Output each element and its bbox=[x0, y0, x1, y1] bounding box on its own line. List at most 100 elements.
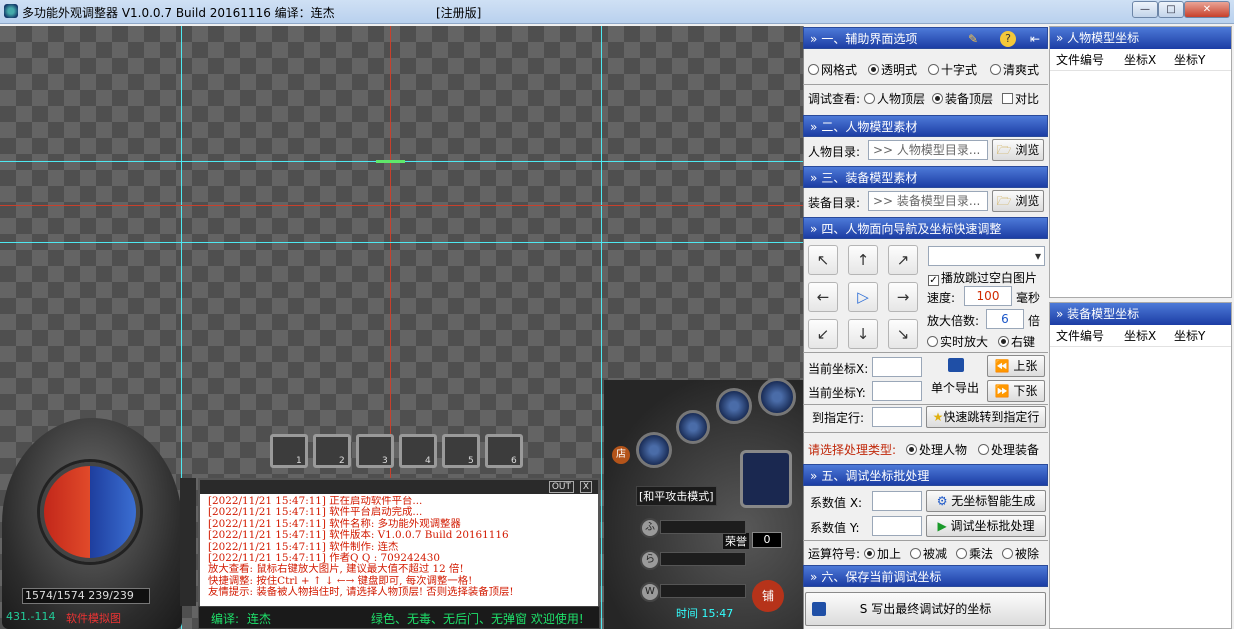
radio-icon bbox=[998, 336, 1009, 347]
nav-left-button[interactable]: ← bbox=[808, 282, 838, 312]
maximize-button[interactable]: □ bbox=[1158, 1, 1184, 18]
equip-browse-button[interactable]: 🗁 浏览 bbox=[992, 190, 1044, 212]
cur-y-input[interactable] bbox=[872, 381, 922, 401]
compare-checkbox[interactable]: 对比 bbox=[1002, 90, 1039, 107]
mode-cross[interactable]: 十字式 bbox=[928, 61, 977, 78]
debug-equip-top[interactable]: 装备顶层 bbox=[932, 90, 993, 107]
col-x[interactable]: 坐标X bbox=[1118, 325, 1168, 346]
prev-button[interactable]: ⏪ 上张 bbox=[987, 355, 1045, 377]
col-file-no[interactable]: 文件编号 bbox=[1050, 325, 1118, 346]
mode-clean[interactable]: 清爽式 bbox=[990, 61, 1039, 78]
log-out-button[interactable]: OUT bbox=[548, 481, 574, 493]
close-button[interactable]: ✕ bbox=[1184, 1, 1230, 18]
belt-slot[interactable] bbox=[356, 434, 394, 468]
section-1-header: » 一、辅助界面选项 ✎ ? ⇤ bbox=[803, 27, 1048, 49]
log-line: 友情提示: 装备被人物挡住时, 请选择人物顶层! 否则选择装备顶层! bbox=[208, 586, 514, 599]
smart-generate-button[interactable]: ⚙ 无坐标智能生成 bbox=[926, 490, 1046, 512]
nav-down-button[interactable]: ↓ bbox=[848, 319, 878, 349]
rightkey-zoom-radio[interactable]: 右键 bbox=[998, 333, 1035, 350]
equip-coord-table[interactable]: » 装备模型坐标 文件编号 坐标X 坐标Y bbox=[1049, 302, 1232, 629]
guide-line-v-right bbox=[601, 26, 602, 629]
debug-character-top[interactable]: 人物顶层 bbox=[864, 90, 925, 107]
help-icon[interactable]: ? bbox=[1000, 31, 1016, 47]
log-lines: [2022/11/21 15:47:11] 正在启动软件平台... [2022/… bbox=[208, 496, 598, 599]
generate-icon: ⚙ bbox=[936, 494, 948, 508]
radio-icon bbox=[956, 548, 967, 559]
play-button[interactable]: ▷ bbox=[848, 282, 878, 312]
equip-dir-field[interactable]: >> 装备模型目录... bbox=[868, 191, 988, 211]
sound-orb[interactable] bbox=[758, 378, 796, 416]
double-chevron-icon: » bbox=[1056, 31, 1068, 45]
coef-y-input[interactable] bbox=[872, 516, 922, 536]
nav-right-button[interactable]: → bbox=[888, 282, 918, 312]
nav-down-left-button[interactable]: ↙ bbox=[808, 319, 838, 349]
mode-transparent[interactable]: 透明式 bbox=[868, 61, 917, 78]
coef-x-input[interactable] bbox=[872, 491, 922, 511]
skill-bar bbox=[660, 552, 746, 566]
nav-up-right-button[interactable]: ↗ bbox=[888, 245, 918, 275]
save-final-button[interactable]: S 写出最终调试好的坐标 bbox=[805, 592, 1046, 626]
section-3-header: » 三、装备模型素材 bbox=[803, 166, 1048, 188]
op-divide-radio[interactable]: 被除 bbox=[1002, 545, 1039, 562]
type-equip-radio[interactable]: 处理装备 bbox=[978, 441, 1039, 458]
log-close-button[interactable]: X bbox=[579, 481, 592, 493]
belt-slot[interactable] bbox=[442, 434, 480, 468]
wand-icon[interactable]: ✎ bbox=[968, 28, 978, 50]
author-value: 连杰 bbox=[247, 612, 272, 626]
col-y[interactable]: 坐标Y bbox=[1168, 49, 1218, 70]
divider bbox=[803, 84, 1048, 85]
nav-up-button[interactable]: ↑ bbox=[848, 245, 878, 275]
section-title: 二、人物模型素材 bbox=[821, 120, 918, 134]
author-label: 编译: bbox=[211, 612, 240, 626]
save-icon[interactable] bbox=[948, 358, 964, 372]
pave-badge[interactable]: 铺 bbox=[752, 580, 784, 612]
direction-select[interactable]: ▾ bbox=[928, 246, 1045, 266]
export-single-button[interactable]: 单个导出 bbox=[931, 379, 979, 396]
minimize-button[interactable]: — bbox=[1132, 1, 1158, 18]
mode-grid[interactable]: 网格式 bbox=[808, 61, 857, 78]
radio-icon bbox=[906, 444, 917, 455]
next-button[interactable]: ⏩ 下张 bbox=[987, 380, 1045, 402]
op-subtract-radio[interactable]: 被减 bbox=[910, 545, 947, 562]
skill-orb-3[interactable] bbox=[716, 388, 752, 424]
batch-process-button[interactable]: ▶ 调试坐标批处理 bbox=[926, 515, 1046, 537]
char-dir-field[interactable]: >> 人物模型目录... bbox=[868, 140, 988, 160]
belt-slot[interactable] bbox=[270, 434, 308, 468]
char-table-header: 文件编号 坐标X 坐标Y bbox=[1050, 49, 1231, 71]
belt-slot[interactable] bbox=[399, 434, 437, 468]
char-browse-button[interactable]: 🗁 浏览 bbox=[992, 139, 1044, 161]
skill-icon[interactable]: ふ bbox=[640, 518, 660, 538]
nav-down-right-button[interactable]: ↘ bbox=[888, 319, 918, 349]
cur-x-input[interactable] bbox=[872, 357, 922, 377]
char-coord-table[interactable]: » 人物模型坐标 文件编号 坐标X 坐标Y bbox=[1049, 26, 1232, 298]
attack-mode-label[interactable]: [和平攻击模式] bbox=[636, 486, 717, 506]
goto-input[interactable] bbox=[872, 407, 922, 427]
divider bbox=[803, 352, 1048, 353]
radio-icon bbox=[990, 64, 1001, 75]
collapse-icon[interactable]: ⇤ bbox=[1030, 28, 1040, 50]
skill-icon[interactable]: W bbox=[640, 582, 660, 602]
speed-input[interactable]: 100 bbox=[964, 286, 1012, 306]
shop-badge[interactable]: 店 bbox=[612, 446, 630, 464]
op-add-radio[interactable]: 加上 bbox=[864, 545, 901, 562]
goto-button[interactable]: ★快速跳转到指定行 bbox=[926, 406, 1046, 428]
section-title: 一、辅助界面选项 bbox=[821, 32, 918, 46]
op-multiply-radio[interactable]: 乘法 bbox=[956, 545, 993, 562]
belt-slot[interactable] bbox=[485, 434, 523, 468]
double-chevron-icon: » bbox=[1056, 307, 1068, 321]
nav-up-left-button[interactable]: ↖ bbox=[808, 245, 838, 275]
belt-slot[interactable] bbox=[313, 434, 351, 468]
chevron-down-icon: ▾ bbox=[1034, 249, 1041, 263]
zoom-input[interactable]: 6 bbox=[986, 309, 1024, 329]
char-dir-label: 人物目录: bbox=[808, 145, 861, 159]
col-file-no[interactable]: 文件编号 bbox=[1050, 49, 1118, 70]
skill-icon[interactable]: ら bbox=[640, 550, 660, 570]
type-character-radio[interactable]: 处理人物 bbox=[906, 441, 967, 458]
radio-icon bbox=[932, 93, 943, 104]
col-x[interactable]: 坐标X bbox=[1118, 49, 1168, 70]
realtime-zoom-radio[interactable]: 实时放大 bbox=[927, 333, 988, 350]
col-y[interactable]: 坐标Y bbox=[1168, 325, 1218, 346]
skill-orb-1[interactable] bbox=[636, 432, 672, 468]
skill-orb-2[interactable] bbox=[676, 410, 710, 444]
skip-blank-checkbox[interactable]: ✓ 播放跳过空白图片 bbox=[928, 269, 1037, 286]
